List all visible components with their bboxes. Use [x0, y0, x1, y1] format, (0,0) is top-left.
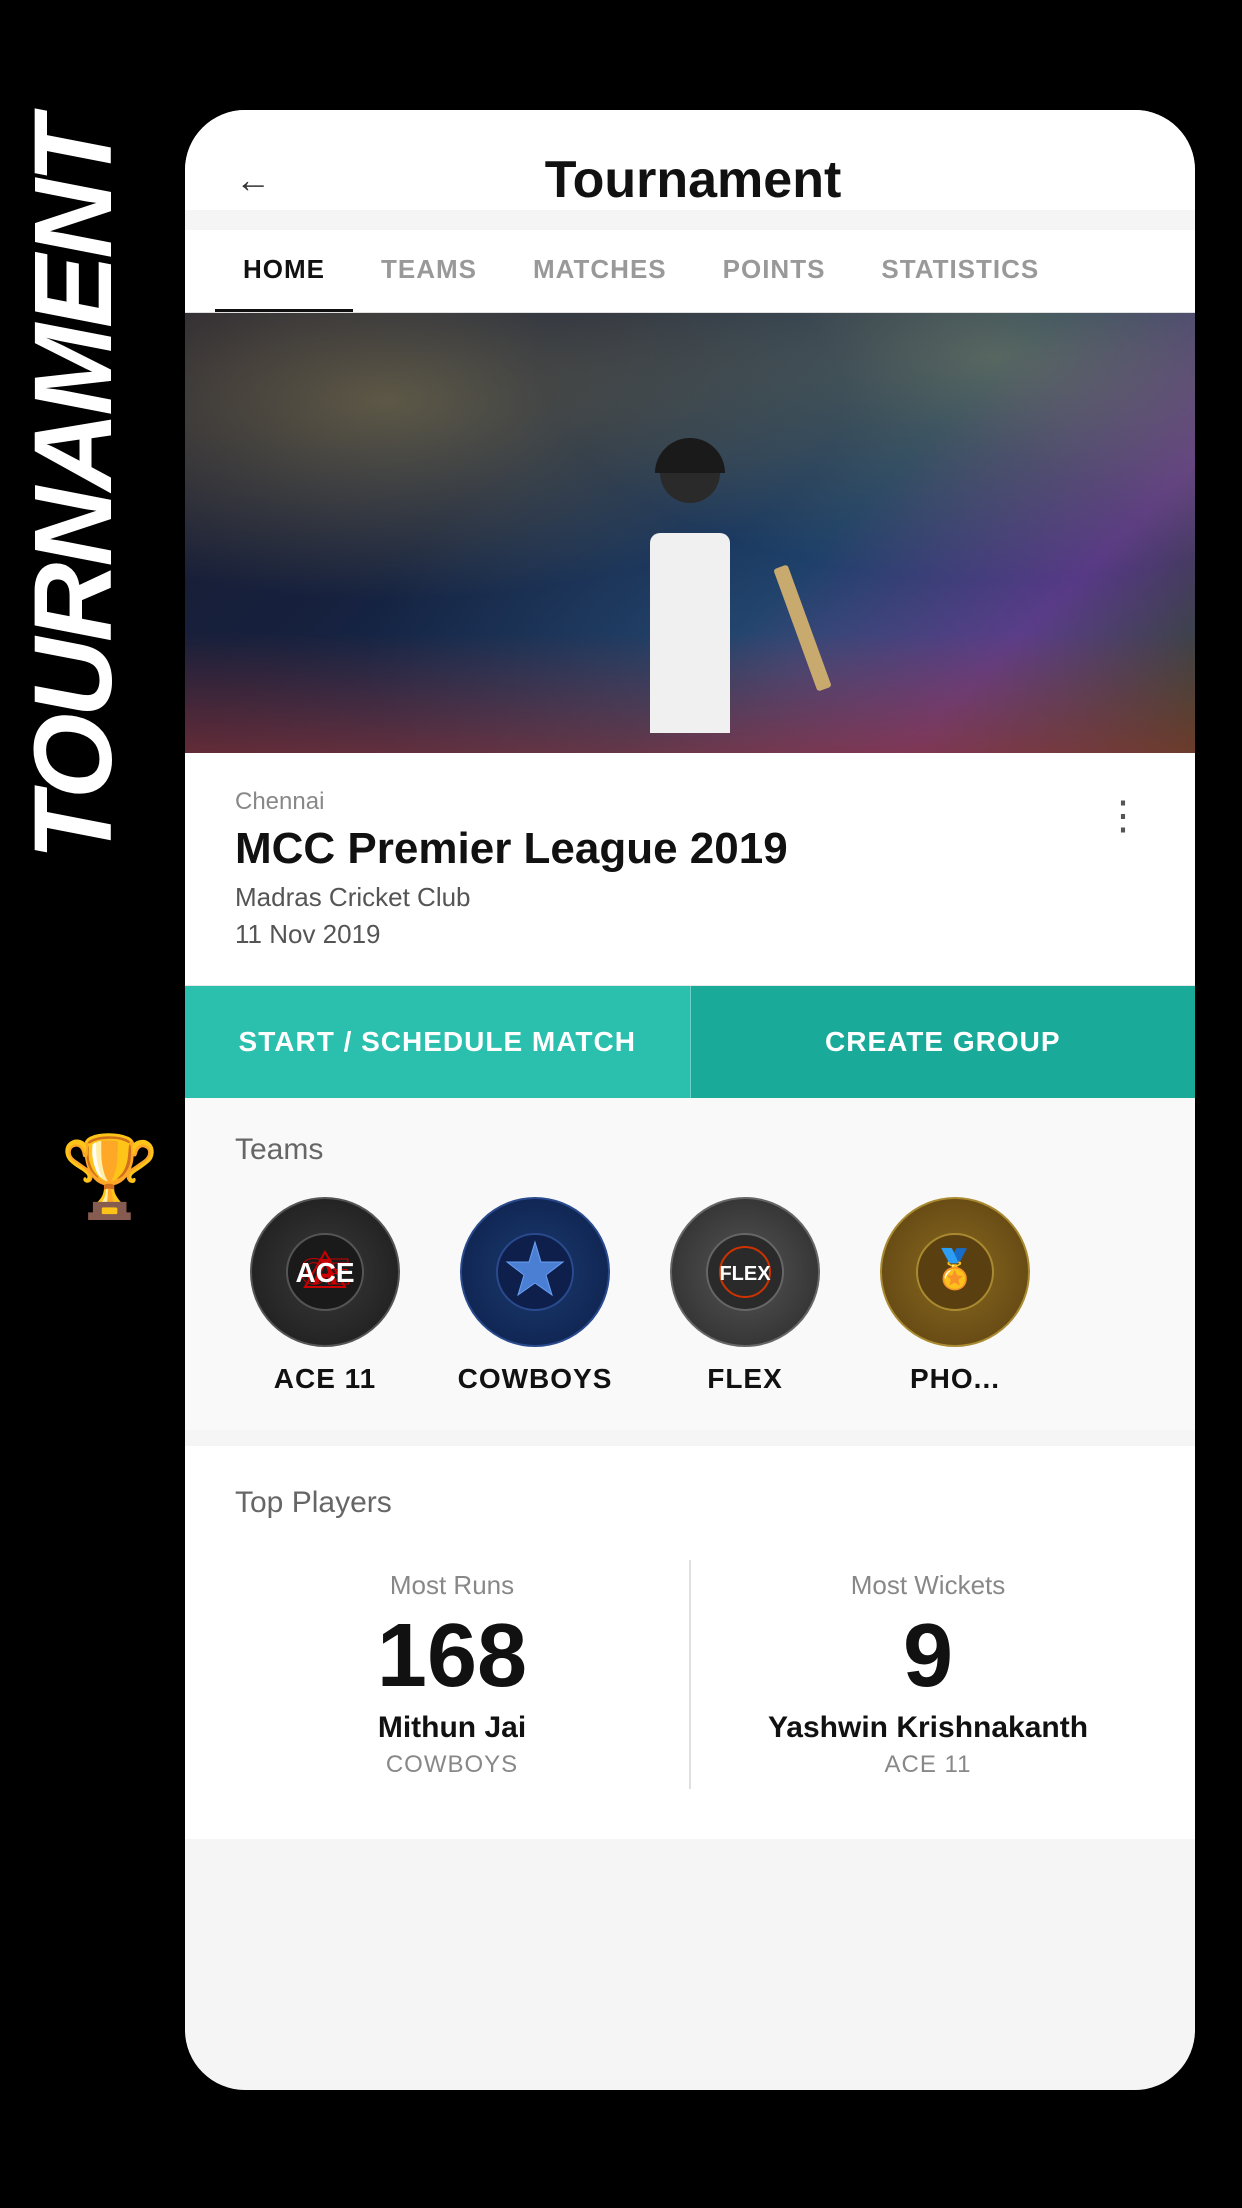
team-name-phoenix: PHO... — [910, 1363, 1000, 1395]
tab-matches[interactable]: MATCHES — [505, 230, 695, 312]
tab-points[interactable]: POINTS — [695, 230, 854, 312]
runs-player-team: COWBOYS — [255, 1751, 649, 1779]
top-players-title: Top Players — [235, 1486, 1145, 1520]
tournament-location: Chennai — [235, 788, 1145, 816]
team-name-flex: FLEX — [707, 1363, 783, 1395]
most-runs-stat: Most Runs 168 Mithun Jai COWBOYS — [235, 1550, 669, 1799]
team-logo-flex: FLEX — [670, 1197, 820, 1347]
players-grid: Most Runs 168 Mithun Jai COWBOYS Most Wi… — [235, 1550, 1145, 1799]
tab-home[interactable]: HOME — [215, 230, 353, 312]
wickets-player-team: ACE 11 — [731, 1751, 1125, 1779]
tournament-info: Chennai MCC Premier League 2019 Madras C… — [185, 753, 1195, 985]
tournament-name: MCC Premier League 2019 — [235, 824, 1145, 874]
more-options-button[interactable]: ⋮ — [1103, 793, 1145, 839]
teams-row: A CE ACE ACE 11 COWBOYS — [235, 1197, 1145, 1395]
cricket-player — [650, 473, 730, 733]
header: ← Tournament — [185, 110, 1195, 210]
top-players-section: Top Players Most Runs 168 Mithun Jai COW… — [185, 1446, 1195, 1839]
back-button[interactable]: ← — [235, 159, 271, 201]
runs-value: 168 — [255, 1611, 649, 1701]
team-logo-ace: A CE ACE — [250, 1197, 400, 1347]
cowboys-logo-svg — [495, 1232, 575, 1312]
flex-logo-svg: FLEX — [705, 1232, 785, 1312]
club-name: Madras Cricket Club — [235, 882, 1145, 913]
team-name-ace: ACE 11 — [274, 1363, 377, 1395]
team-item-ace[interactable]: A CE ACE ACE 11 — [235, 1197, 415, 1395]
hero-image — [185, 313, 1195, 753]
team-logo-phoenix: 🏅 — [880, 1197, 1030, 1347]
svg-text:FLEX: FLEX — [719, 1263, 771, 1285]
action-buttons: START / SCHEDULE MATCH CREATE GROUP — [185, 986, 1195, 1098]
runs-player-name: Mithun Jai — [255, 1711, 649, 1745]
wickets-player-name: Yashwin Krishnakanth — [731, 1711, 1125, 1745]
side-tournament-label: Tournament — [10, 120, 137, 860]
schedule-match-button[interactable]: START / SCHEDULE MATCH — [185, 986, 691, 1098]
phone-card: ← Tournament HOME TEAMS MATCHES POINTS S… — [185, 110, 1195, 2090]
most-runs-label: Most Runs — [255, 1570, 649, 1601]
svg-text:🏅: 🏅 — [931, 1247, 978, 1292]
most-wickets-label: Most Wickets — [731, 1570, 1125, 1601]
page-title: Tournament — [291, 150, 1095, 210]
teams-section-title: Teams — [235, 1133, 1145, 1167]
team-item-phoenix[interactable]: 🏅 PHO... — [865, 1197, 1045, 1395]
tab-teams[interactable]: TEAMS — [353, 230, 505, 312]
create-group-button[interactable]: CREATE GROUP — [691, 986, 1196, 1098]
team-item-cowboys[interactable]: COWBOYS — [445, 1197, 625, 1395]
teams-section: Teams A CE ACE ACE 11 — [185, 1098, 1195, 1430]
svg-text:ACE: ACE — [295, 1257, 354, 1288]
team-name-cowboys: COWBOYS — [458, 1363, 613, 1395]
wickets-value: 9 — [731, 1611, 1125, 1701]
team-item-flex[interactable]: FLEX FLEX — [655, 1197, 835, 1395]
player-body — [650, 533, 730, 733]
phoenix-logo-svg: 🏅 — [915, 1232, 995, 1312]
player-head — [660, 443, 720, 503]
stat-divider — [689, 1560, 691, 1789]
team-logo-cowboys — [460, 1197, 610, 1347]
tournament-date: 11 Nov 2019 — [235, 919, 1145, 950]
ace-logo-svg: A CE ACE — [285, 1232, 365, 1312]
most-wickets-stat: Most Wickets 9 Yashwin Krishnakanth ACE … — [711, 1550, 1145, 1799]
tab-bar: HOME TEAMS MATCHES POINTS STATISTICS — [185, 230, 1195, 313]
tab-statistics[interactable]: STATISTICS — [853, 230, 1067, 312]
trophy-icon: 🏆 — [60, 1130, 160, 1224]
